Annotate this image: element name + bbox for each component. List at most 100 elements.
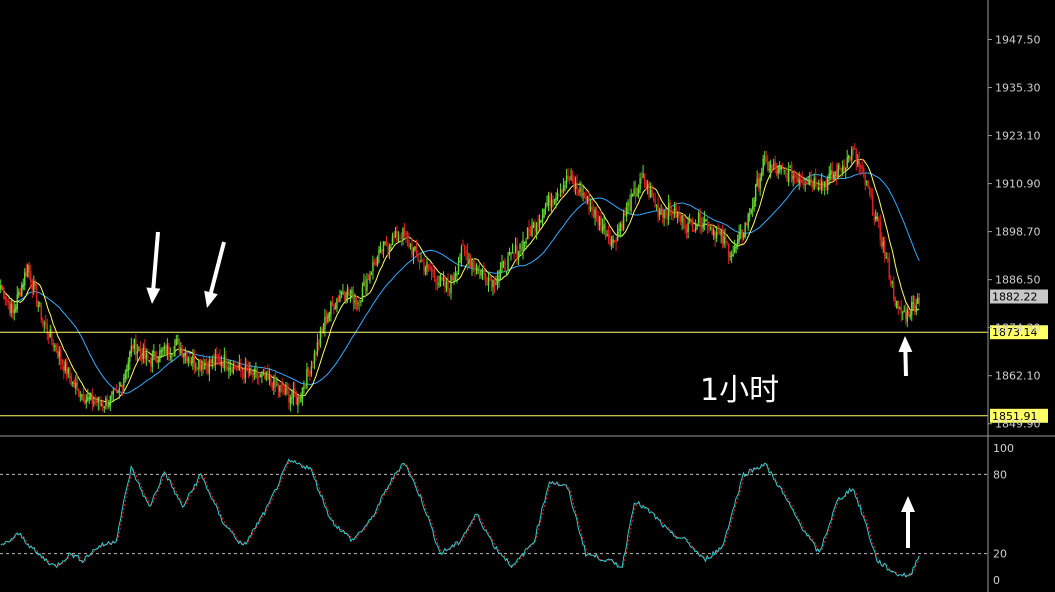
candle-down xyxy=(312,364,314,366)
candle-up xyxy=(546,204,548,206)
candle-up xyxy=(15,307,17,312)
candle-down xyxy=(679,216,682,221)
candle-up xyxy=(687,222,689,233)
candle-up xyxy=(559,189,562,194)
candle-down xyxy=(433,270,436,278)
candle-up xyxy=(402,227,404,240)
candle-down xyxy=(381,249,383,254)
candle-up xyxy=(262,372,265,374)
candle-down xyxy=(860,165,862,168)
candle-down xyxy=(436,283,439,285)
candle-up xyxy=(705,220,707,222)
candle-up xyxy=(688,219,691,222)
candle-up xyxy=(697,213,700,223)
candle-up xyxy=(729,255,731,257)
candle-up xyxy=(627,202,629,207)
candle-down xyxy=(600,215,602,230)
candle-down xyxy=(918,297,920,304)
candle-up xyxy=(760,171,763,177)
candle-up xyxy=(480,270,482,276)
candle-up xyxy=(885,256,887,259)
candle-down xyxy=(819,186,821,189)
candle-up xyxy=(192,355,194,364)
candle-up xyxy=(487,278,490,286)
candle-down xyxy=(802,183,805,185)
candle-down xyxy=(444,276,446,288)
candle-down xyxy=(573,179,575,188)
candle-down xyxy=(634,187,637,198)
candle-down xyxy=(568,178,571,181)
candle-up xyxy=(22,284,24,288)
candle-down xyxy=(580,187,583,198)
candle-up xyxy=(846,157,848,168)
candle-up xyxy=(915,305,917,313)
candle-up xyxy=(817,187,820,190)
oscillator-tick-label: 0 xyxy=(993,574,1000,587)
candle-down xyxy=(66,362,68,376)
candle-down xyxy=(139,347,142,354)
candle-up xyxy=(586,196,589,201)
candle-down xyxy=(585,197,587,201)
candle-up xyxy=(313,353,316,364)
candle-down xyxy=(31,280,33,290)
candle-up xyxy=(273,377,275,389)
candle-down xyxy=(241,369,244,372)
candle-down xyxy=(825,179,827,188)
candle-down xyxy=(277,386,280,390)
candle-down xyxy=(202,361,205,370)
candle-up xyxy=(133,338,136,349)
candle-down xyxy=(418,260,421,263)
candle-up xyxy=(391,236,394,246)
candle-down xyxy=(597,214,599,224)
candle-down xyxy=(270,374,272,384)
candle-up xyxy=(340,291,343,294)
candle-down xyxy=(878,218,880,223)
candle-down xyxy=(132,346,134,349)
candle-down xyxy=(7,300,9,303)
candle-up xyxy=(837,164,839,178)
candle-up xyxy=(363,281,365,287)
down-arrow-icon xyxy=(146,231,161,304)
candle-down xyxy=(256,370,259,379)
candle-down xyxy=(854,148,856,150)
candle-down xyxy=(888,257,890,280)
candle-up xyxy=(882,241,884,246)
candle-up xyxy=(565,175,568,184)
candle-down xyxy=(684,225,686,230)
candle-up xyxy=(426,262,428,268)
up-arrow-icon xyxy=(898,336,913,377)
candle-up xyxy=(612,238,614,243)
candle-up xyxy=(117,391,119,393)
candle-down xyxy=(484,273,487,283)
candle-up xyxy=(807,182,809,184)
candle-up xyxy=(594,209,596,218)
candle-up xyxy=(190,361,193,363)
candle-down xyxy=(900,307,902,314)
candle-up xyxy=(712,229,715,236)
candle-up xyxy=(126,369,128,372)
price-tick-label: 1898.70 xyxy=(995,226,1041,239)
candle-up xyxy=(556,192,559,200)
candle-up xyxy=(208,359,211,374)
candle-up xyxy=(376,256,379,266)
candle-up xyxy=(454,273,457,277)
candle-up xyxy=(541,215,544,222)
candle-up xyxy=(291,397,293,400)
candle-up xyxy=(899,308,901,310)
price-tick-label: 1923.10 xyxy=(995,130,1041,143)
candle-down xyxy=(711,228,713,235)
candle-up xyxy=(845,167,847,172)
candle-up xyxy=(397,239,400,241)
candle-up xyxy=(510,252,512,254)
candle-up xyxy=(792,175,794,179)
candle-down xyxy=(258,377,260,379)
candle-down xyxy=(84,399,86,404)
candle-up xyxy=(456,272,458,275)
candle-up xyxy=(177,339,179,341)
price-tick-label: 1862.10 xyxy=(995,370,1041,383)
candle-up xyxy=(606,234,608,236)
candle-down xyxy=(358,304,361,306)
candle-down xyxy=(225,357,227,369)
candle-down xyxy=(154,351,157,361)
candle-up xyxy=(544,206,547,210)
